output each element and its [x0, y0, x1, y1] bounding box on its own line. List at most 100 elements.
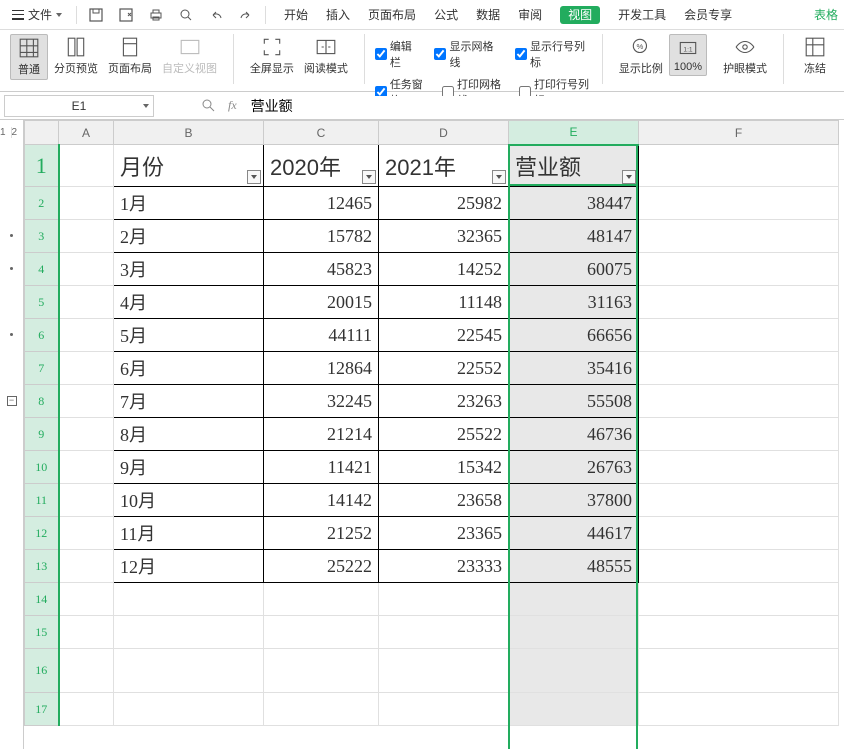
cell[interactable] — [509, 616, 639, 649]
cell[interactable]: 2月 — [114, 220, 264, 253]
filter-button[interactable] — [622, 170, 636, 184]
cell[interactable] — [379, 693, 509, 726]
cell[interactable]: 6月 — [114, 352, 264, 385]
row-header[interactable]: 3 — [25, 220, 59, 253]
cell[interactable] — [639, 385, 839, 418]
cell[interactable] — [59, 418, 114, 451]
print-icon[interactable] — [145, 4, 167, 26]
cell[interactable]: 60075 — [509, 253, 639, 286]
cell[interactable]: 21252 — [264, 517, 379, 550]
cell[interactable] — [639, 649, 839, 693]
row-header[interactable]: 13 — [25, 550, 59, 583]
cell[interactable]: 12月 — [114, 550, 264, 583]
cell[interactable] — [59, 550, 114, 583]
cell[interactable]: 25222 — [264, 550, 379, 583]
view-custom-button[interactable]: 自定义视图 — [158, 34, 221, 78]
cell[interactable] — [379, 649, 509, 693]
cell[interactable] — [639, 517, 839, 550]
cell[interactable] — [59, 517, 114, 550]
row-header[interactable]: 17 — [25, 693, 59, 726]
cell[interactable]: 4月 — [114, 286, 264, 319]
cell[interactable]: 15342 — [379, 451, 509, 484]
cell[interactable]: 23658 — [379, 484, 509, 517]
view-page-layout-button[interactable]: 页面布局 — [104, 34, 156, 78]
read-mode-button[interactable]: 阅读模式 — [300, 34, 352, 78]
cell[interactable] — [639, 616, 839, 649]
col-header-A[interactable]: A — [59, 121, 114, 145]
cell[interactable] — [114, 649, 264, 693]
cell[interactable]: 55508 — [509, 385, 639, 418]
cell[interactable]: 66656 — [509, 319, 639, 352]
tab-formulas[interactable]: 公式 — [434, 2, 458, 27]
row-header[interactable]: 1 — [25, 145, 59, 187]
filter-button[interactable] — [362, 170, 376, 184]
cell[interactable] — [59, 484, 114, 517]
cell[interactable]: 8月 — [114, 418, 264, 451]
row-header[interactable]: 7 — [25, 352, 59, 385]
cell[interactable] — [59, 451, 114, 484]
cell[interactable]: 7月 — [114, 385, 264, 418]
cell[interactable]: 48147 — [509, 220, 639, 253]
cell[interactable] — [264, 616, 379, 649]
cell[interactable]: 12864 — [264, 352, 379, 385]
cell[interactable]: 44617 — [509, 517, 639, 550]
row-header[interactable]: 5 — [25, 286, 59, 319]
cell[interactable]: 25522 — [379, 418, 509, 451]
cell[interactable] — [264, 649, 379, 693]
eye-protect-button[interactable]: 护眼模式 — [719, 34, 771, 78]
outline-column[interactable]: 1 2 − — [0, 120, 24, 749]
cell[interactable]: 11148 — [379, 286, 509, 319]
search-function-icon[interactable] — [198, 95, 220, 117]
cell[interactable] — [59, 616, 114, 649]
check-edit-bar[interactable]: 编辑栏 — [375, 38, 421, 70]
cell[interactable] — [639, 187, 839, 220]
cell[interactable] — [59, 220, 114, 253]
cell[interactable] — [264, 693, 379, 726]
check-show-grid[interactable]: 显示网格线 — [434, 38, 501, 70]
view-normal-button[interactable]: 普通 — [10, 34, 48, 80]
spreadsheet-grid[interactable]: A B C D E F 1 月份 2020年 2021年 营业额 2 1月 12… — [24, 120, 844, 749]
cell[interactable] — [509, 583, 639, 616]
cell[interactable]: 5月 — [114, 319, 264, 352]
filter-button[interactable] — [247, 170, 261, 184]
cell[interactable]: 1月 — [114, 187, 264, 220]
save-as-icon[interactable] — [115, 4, 137, 26]
row-header[interactable]: 10 — [25, 451, 59, 484]
cell[interactable] — [639, 286, 839, 319]
row-header[interactable]: 2 — [25, 187, 59, 220]
redo-icon[interactable] — [235, 4, 257, 26]
view-page-break-button[interactable]: 分页预览 — [50, 34, 102, 78]
cell[interactable]: 31163 — [509, 286, 639, 319]
cell[interactable] — [59, 649, 114, 693]
tab-home[interactable]: 开始 — [284, 2, 308, 27]
cell[interactable] — [509, 693, 639, 726]
cell[interactable]: 15782 — [264, 220, 379, 253]
cell[interactable]: 23365 — [379, 517, 509, 550]
cell[interactable] — [639, 418, 839, 451]
cell[interactable] — [639, 253, 839, 286]
cell[interactable]: 25982 — [379, 187, 509, 220]
col-header-C[interactable]: C — [264, 121, 379, 145]
cell[interactable] — [639, 583, 839, 616]
cell[interactable]: 32245 — [264, 385, 379, 418]
zoom-100-button[interactable]: 1:1 100% — [669, 34, 707, 76]
cell[interactable]: 38447 — [509, 187, 639, 220]
row-header[interactable]: 16 — [25, 649, 59, 693]
cell[interactable]: 月份 — [114, 145, 264, 187]
row-header[interactable]: 14 — [25, 583, 59, 616]
tab-insert[interactable]: 插入 — [326, 2, 350, 27]
cell[interactable] — [114, 616, 264, 649]
row-header[interactable]: 11 — [25, 484, 59, 517]
fx-icon[interactable]: fx — [228, 98, 237, 113]
cell[interactable]: 32365 — [379, 220, 509, 253]
row-header[interactable]: 15 — [25, 616, 59, 649]
row-header[interactable]: 8 — [25, 385, 59, 418]
cell[interactable]: 12465 — [264, 187, 379, 220]
cell[interactable] — [59, 352, 114, 385]
tab-data[interactable]: 数据 — [476, 2, 500, 27]
tab-developer[interactable]: 开发工具 — [618, 2, 666, 27]
cell[interactable] — [639, 693, 839, 726]
cell[interactable]: 11月 — [114, 517, 264, 550]
cell[interactable]: 46736 — [509, 418, 639, 451]
cell[interactable] — [639, 352, 839, 385]
